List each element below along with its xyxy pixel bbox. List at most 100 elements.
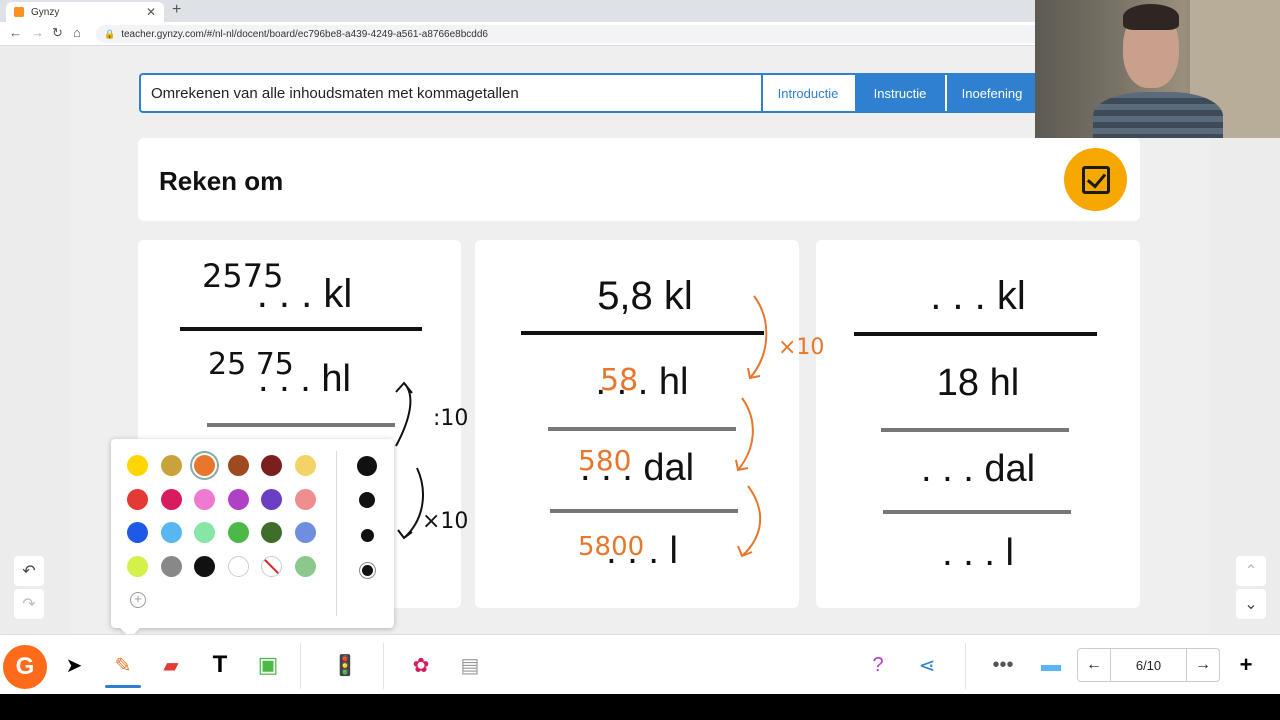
color-swatch[interactable]	[295, 488, 316, 510]
gynzy-menu-button[interactable]: G	[3, 645, 47, 689]
chevron-down-icon: ⌄	[1244, 596, 1258, 613]
color-swatch[interactable]	[160, 455, 182, 476]
card-1-kl[interactable]: . . . kl	[138, 272, 461, 317]
card-3-dal[interactable]: . . . dal	[816, 448, 1140, 491]
card-2-kl[interactable]: 5,8 kl	[475, 274, 799, 319]
card-2-l[interactable]: . . . l	[475, 530, 799, 573]
undo-button[interactable]: ↶	[14, 556, 44, 586]
arrow-right-icon: →	[1195, 656, 1211, 673]
page-indicator: 6/10	[1110, 649, 1187, 681]
card-3-l[interactable]: . . . l	[816, 532, 1140, 575]
stroke-size-m[interactable]	[361, 529, 374, 542]
color-swatch[interactable]	[160, 488, 182, 510]
webcam-overlay	[1035, 0, 1280, 138]
pointer-tool-icon[interactable]: ➤	[58, 649, 90, 681]
no-color-swatch[interactable]	[261, 555, 283, 577]
next-page-button[interactable]: →	[1187, 649, 1219, 681]
divider-line	[550, 509, 738, 513]
color-swatch[interactable]	[194, 555, 216, 577]
webcam-person-hair	[1123, 4, 1179, 30]
pen-tool-icon[interactable]: ✎	[107, 649, 139, 681]
lesson-title: Omrekenen van alle inhoudsmaten met komm…	[151, 84, 519, 102]
tab-instructie[interactable]: Instructie	[853, 75, 945, 111]
color-swatch[interactable]	[295, 455, 316, 476]
exercise-header: Reken om	[138, 138, 1140, 221]
card-3-kl[interactable]: . . . kl	[816, 274, 1140, 319]
bottom-bar	[0, 694, 1280, 720]
eraser-tool-icon[interactable]: ▰	[155, 649, 187, 681]
help-icon[interactable]: ?	[862, 649, 894, 681]
card-2-hl[interactable]: . . . hl	[475, 361, 799, 404]
exercise-title: Reken om	[159, 166, 284, 196]
color-swatch[interactable]	[261, 488, 283, 510]
reload-icon[interactable]: ↻	[52, 25, 63, 41]
color-swatch[interactable]	[227, 522, 249, 543]
forward-icon[interactable]: →	[31, 25, 44, 40]
color-swatch[interactable]	[295, 522, 316, 543]
url-text: teacher.gynzy.com/#/nl-nl/docent/board/e…	[121, 28, 488, 40]
new-tab-icon[interactable]: +	[172, 1, 181, 19]
color-swatch[interactable]	[227, 455, 249, 476]
tab-introductie[interactable]: Introductie	[761, 75, 853, 111]
tools-flower-icon[interactable]: ✿	[405, 649, 437, 681]
redo-icon: ↷	[22, 596, 36, 613]
active-tool-indicator	[105, 685, 141, 688]
browser-tab[interactable]: Gynzy ✕	[6, 2, 164, 22]
toolbar-separator	[300, 643, 301, 689]
tab-inoefening[interactable]: Inoefening	[945, 75, 1037, 111]
folder-icon[interactable]: ▬	[1035, 649, 1067, 681]
fraction-line	[180, 327, 422, 331]
color-swatch[interactable]	[127, 522, 148, 543]
stroke-size-s[interactable]	[362, 565, 373, 576]
exercise-card-2: 5,8 kl . . . hl . . . dal . . . l	[475, 240, 799, 608]
text-tool-icon[interactable]: T	[204, 649, 236, 681]
color-swatch[interactable]	[261, 522, 283, 543]
color-swatch[interactable]	[127, 488, 148, 510]
back-icon[interactable]: ←	[9, 25, 22, 40]
add-color-icon[interactable]: +	[130, 592, 146, 608]
gynzy-favicon-icon	[14, 7, 24, 17]
color-swatch[interactable]	[127, 455, 148, 476]
fraction-line	[854, 332, 1097, 336]
bottom-toolbar: G ➤ ✎ ▰ T ▣ 🚦 ✿ ▤ ? ⋖ ••• ▬ ← 6/10 → +	[0, 634, 1280, 694]
board-view-icon[interactable]: ▤	[454, 649, 486, 681]
close-icon[interactable]: ✕	[146, 5, 156, 19]
fraction-line	[521, 331, 764, 335]
checkbox-icon	[1081, 165, 1110, 194]
card-1-hl[interactable]: . . . hl	[138, 358, 461, 401]
color-swatch[interactable]	[127, 555, 148, 577]
color-swatch[interactable]	[160, 522, 182, 543]
color-palette: +	[111, 439, 394, 628]
shape-tool-icon[interactable]: ▣	[252, 649, 284, 681]
color-swatch[interactable]	[227, 488, 249, 510]
scroll-down-button[interactable]: ⌄	[1236, 589, 1266, 619]
color-swatch[interactable]	[227, 555, 249, 577]
color-swatch[interactable]	[160, 555, 182, 577]
undo-icon: ↶	[22, 563, 36, 580]
card-3-hl[interactable]: 18 hl	[816, 362, 1140, 405]
card-2-dal[interactable]: . . . dal	[475, 447, 799, 490]
check-answer-button[interactable]	[1064, 148, 1127, 211]
color-swatch[interactable]	[261, 455, 283, 476]
redo-button[interactable]: ↷	[14, 589, 44, 619]
arrow-left-icon: ←	[1086, 656, 1102, 673]
divider-line	[881, 428, 1069, 432]
stroke-size-l[interactable]	[359, 492, 375, 508]
divider-line	[548, 427, 736, 431]
lesson-bar: Omrekenen van alle inhoudsmaten met komm…	[139, 73, 1039, 113]
toolbar-separator	[383, 643, 384, 689]
color-swatch[interactable]	[295, 555, 316, 577]
color-swatch[interactable]	[194, 488, 216, 510]
stroke-size-xl[interactable]	[357, 456, 377, 476]
scroll-up-button[interactable]: ⌃	[1236, 556, 1266, 586]
share-icon[interactable]: ⋖	[911, 649, 943, 681]
home-icon[interactable]: ⌂	[73, 25, 81, 40]
color-swatch[interactable]	[194, 455, 216, 476]
more-icon[interactable]: •••	[987, 649, 1019, 681]
color-swatch[interactable]	[194, 522, 216, 543]
chevron-up-icon: ⌃	[1244, 563, 1258, 580]
toolbar-separator	[965, 643, 966, 689]
add-page-icon[interactable]: +	[1230, 649, 1262, 681]
prev-page-button[interactable]: ←	[1078, 649, 1110, 681]
traffic-light-icon[interactable]: 🚦	[329, 649, 361, 681]
